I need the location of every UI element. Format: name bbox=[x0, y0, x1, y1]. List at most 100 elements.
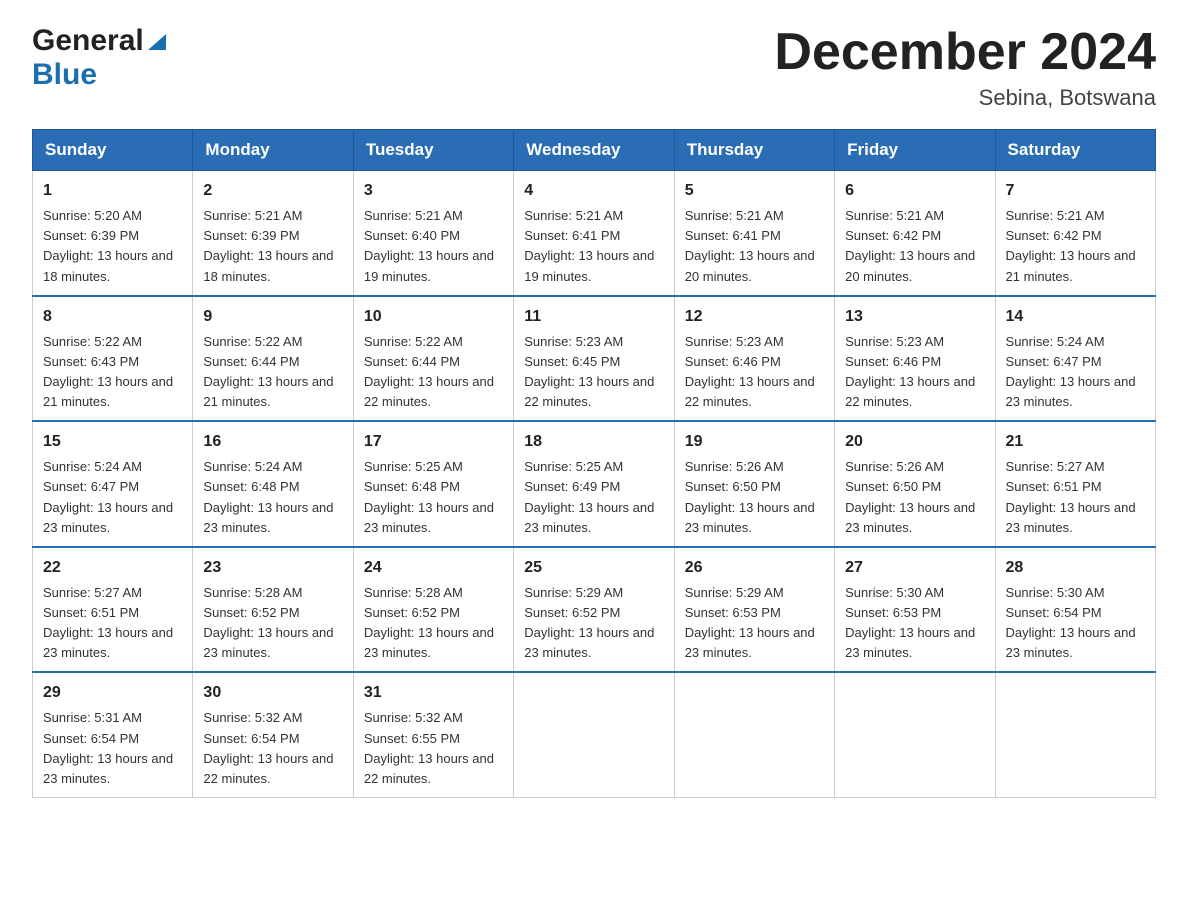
month-title: December 2024 bbox=[774, 24, 1156, 81]
table-row bbox=[835, 672, 995, 797]
table-row: 19 Sunrise: 5:26 AMSunset: 6:50 PMDayligh… bbox=[674, 421, 834, 547]
day-number: 24 bbox=[364, 556, 503, 580]
table-row: 6 Sunrise: 5:21 AMSunset: 6:42 PMDaylight… bbox=[835, 171, 995, 296]
table-row: 2 Sunrise: 5:21 AMSunset: 6:39 PMDaylight… bbox=[193, 171, 353, 296]
day-number: 20 bbox=[845, 430, 984, 454]
day-number: 23 bbox=[203, 556, 342, 580]
day-number: 8 bbox=[43, 305, 182, 329]
day-info: Sunrise: 5:20 AMSunset: 6:39 PMDaylight:… bbox=[43, 206, 182, 287]
table-row: 14 Sunrise: 5:24 AMSunset: 6:47 PMDayligh… bbox=[995, 296, 1155, 422]
day-info: Sunrise: 5:30 AMSunset: 6:53 PMDaylight:… bbox=[845, 583, 984, 664]
table-row: 24 Sunrise: 5:28 AMSunset: 6:52 PMDayligh… bbox=[353, 547, 513, 673]
logo-triangle-icon bbox=[146, 30, 168, 52]
logo-blue: Blue bbox=[32, 58, 97, 91]
day-number: 4 bbox=[524, 179, 663, 203]
calendar-table: Sunday Monday Tuesday Wednesday Thursday… bbox=[32, 129, 1156, 798]
day-number: 25 bbox=[524, 556, 663, 580]
table-row: 9Sunrise: 5:22 AMSunset: 6:44 PMDaylight… bbox=[193, 296, 353, 422]
table-row: 21Sunrise: 5:27 AMSunset: 6:51 PMDayligh… bbox=[995, 421, 1155, 547]
day-info: Sunrise: 5:21 AMSunset: 6:39 PMDaylight:… bbox=[203, 206, 342, 287]
table-row: 4 Sunrise: 5:21 AMSunset: 6:41 PMDaylight… bbox=[514, 171, 674, 296]
table-row: 11Sunrise: 5:23 AMSunset: 6:45 PMDayligh… bbox=[514, 296, 674, 422]
page-header: General Blue December 2024 Sebina, Botsw… bbox=[32, 24, 1156, 111]
table-row: 30 Sunrise: 5:32 AMSunset: 6:54 PMDayligh… bbox=[193, 672, 353, 797]
table-row: 10 Sunrise: 5:22 AMSunset: 6:44 PMDayligh… bbox=[353, 296, 513, 422]
day-number: 21 bbox=[1006, 430, 1145, 454]
table-row: 26 Sunrise: 5:29 AMSunset: 6:53 PMDayligh… bbox=[674, 547, 834, 673]
table-row bbox=[995, 672, 1155, 797]
day-info: Sunrise: 5:25 AMSunset: 6:49 PMDaylight:… bbox=[524, 457, 663, 538]
calendar-week-row: 22 Sunrise: 5:27 AMSunset: 6:51 PMDayligh… bbox=[33, 547, 1156, 673]
day-info: Sunrise: 5:31 AMSunset: 6:54 PMDaylight:… bbox=[43, 708, 182, 789]
day-number: 6 bbox=[845, 179, 984, 203]
day-info: Sunrise: 5:22 AMSunset: 6:44 PMDaylight:… bbox=[203, 332, 342, 413]
table-row: 15Sunrise: 5:24 AMSunset: 6:47 PMDayligh… bbox=[33, 421, 193, 547]
day-info: Sunrise: 5:22 AMSunset: 6:43 PMDaylight:… bbox=[43, 332, 182, 413]
table-row: 1Sunrise: 5:20 AMSunset: 6:39 PMDaylight… bbox=[33, 171, 193, 296]
day-info: Sunrise: 5:21 AMSunset: 6:41 PMDaylight:… bbox=[524, 206, 663, 287]
day-number: 27 bbox=[845, 556, 984, 580]
day-info: Sunrise: 5:27 AMSunset: 6:51 PMDaylight:… bbox=[43, 583, 182, 664]
day-info: Sunrise: 5:26 AMSunset: 6:50 PMDaylight:… bbox=[685, 457, 824, 538]
table-row: 28Sunrise: 5:30 AMSunset: 6:54 PMDayligh… bbox=[995, 547, 1155, 673]
table-row: 5 Sunrise: 5:21 AMSunset: 6:41 PMDaylight… bbox=[674, 171, 834, 296]
col-saturday: Saturday bbox=[995, 130, 1155, 171]
col-friday: Friday bbox=[835, 130, 995, 171]
table-row bbox=[674, 672, 834, 797]
table-row: 12Sunrise: 5:23 AMSunset: 6:46 PMDayligh… bbox=[674, 296, 834, 422]
calendar-week-row: 1Sunrise: 5:20 AMSunset: 6:39 PMDaylight… bbox=[33, 171, 1156, 296]
col-monday: Monday bbox=[193, 130, 353, 171]
day-number: 5 bbox=[685, 179, 824, 203]
day-number: 2 bbox=[203, 179, 342, 203]
day-info: Sunrise: 5:29 AMSunset: 6:53 PMDaylight:… bbox=[685, 583, 824, 664]
day-info: Sunrise: 5:26 AMSunset: 6:50 PMDaylight:… bbox=[845, 457, 984, 538]
day-info: Sunrise: 5:23 AMSunset: 6:46 PMDaylight:… bbox=[845, 332, 984, 413]
table-row: 20 Sunrise: 5:26 AMSunset: 6:50 PMDayligh… bbox=[835, 421, 995, 547]
table-row: 13Sunrise: 5:23 AMSunset: 6:46 PMDayligh… bbox=[835, 296, 995, 422]
table-row: 29 Sunrise: 5:31 AMSunset: 6:54 PMDayligh… bbox=[33, 672, 193, 797]
day-number: 11 bbox=[524, 305, 663, 329]
header-row: Sunday Monday Tuesday Wednesday Thursday… bbox=[33, 130, 1156, 171]
day-info: Sunrise: 5:25 AMSunset: 6:48 PMDaylight:… bbox=[364, 457, 503, 538]
table-row: 27 Sunrise: 5:30 AMSunset: 6:53 PMDayligh… bbox=[835, 547, 995, 673]
day-number: 10 bbox=[364, 305, 503, 329]
day-number: 19 bbox=[685, 430, 824, 454]
day-number: 3 bbox=[364, 179, 503, 203]
day-number: 12 bbox=[685, 305, 824, 329]
day-info: Sunrise: 5:28 AMSunset: 6:52 PMDaylight:… bbox=[364, 583, 503, 664]
title-area: December 2024 Sebina, Botswana bbox=[774, 24, 1156, 111]
day-info: Sunrise: 5:24 AMSunset: 6:48 PMDaylight:… bbox=[203, 457, 342, 538]
table-row: 23Sunrise: 5:28 AMSunset: 6:52 PMDayligh… bbox=[193, 547, 353, 673]
table-row: 18 Sunrise: 5:25 AMSunset: 6:49 PMDayligh… bbox=[514, 421, 674, 547]
day-info: Sunrise: 5:32 AMSunset: 6:54 PMDaylight:… bbox=[203, 708, 342, 789]
day-info: Sunrise: 5:22 AMSunset: 6:44 PMDaylight:… bbox=[364, 332, 503, 413]
calendar-week-row: 15Sunrise: 5:24 AMSunset: 6:47 PMDayligh… bbox=[33, 421, 1156, 547]
table-row bbox=[514, 672, 674, 797]
day-info: Sunrise: 5:30 AMSunset: 6:54 PMDaylight:… bbox=[1006, 583, 1145, 664]
calendar-week-row: 29 Sunrise: 5:31 AMSunset: 6:54 PMDayligh… bbox=[33, 672, 1156, 797]
table-row: 17 Sunrise: 5:25 AMSunset: 6:48 PMDayligh… bbox=[353, 421, 513, 547]
day-number: 31 bbox=[364, 681, 503, 705]
day-number: 16 bbox=[203, 430, 342, 454]
day-number: 22 bbox=[43, 556, 182, 580]
day-number: 26 bbox=[685, 556, 824, 580]
col-sunday: Sunday bbox=[33, 130, 193, 171]
day-number: 7 bbox=[1006, 179, 1145, 203]
day-number: 17 bbox=[364, 430, 503, 454]
day-number: 29 bbox=[43, 681, 182, 705]
calendar-week-row: 8 Sunrise: 5:22 AMSunset: 6:43 PMDaylight… bbox=[33, 296, 1156, 422]
day-info: Sunrise: 5:21 AMSunset: 6:40 PMDaylight:… bbox=[364, 206, 503, 287]
table-row: 31 Sunrise: 5:32 AMSunset: 6:55 PMDayligh… bbox=[353, 672, 513, 797]
logo: General Blue bbox=[32, 24, 168, 92]
col-wednesday: Wednesday bbox=[514, 130, 674, 171]
day-info: Sunrise: 5:29 AMSunset: 6:52 PMDaylight:… bbox=[524, 583, 663, 664]
day-info: Sunrise: 5:24 AMSunset: 6:47 PMDaylight:… bbox=[1006, 332, 1145, 413]
day-number: 18 bbox=[524, 430, 663, 454]
day-number: 14 bbox=[1006, 305, 1145, 329]
day-info: Sunrise: 5:21 AMSunset: 6:42 PMDaylight:… bbox=[845, 206, 984, 287]
day-info: Sunrise: 5:21 AMSunset: 6:41 PMDaylight:… bbox=[685, 206, 824, 287]
table-row: 16 Sunrise: 5:24 AMSunset: 6:48 PMDayligh… bbox=[193, 421, 353, 547]
table-row: 7Sunrise: 5:21 AMSunset: 6:42 PMDaylight… bbox=[995, 171, 1155, 296]
day-info: Sunrise: 5:32 AMSunset: 6:55 PMDaylight:… bbox=[364, 708, 503, 789]
day-number: 30 bbox=[203, 681, 342, 705]
